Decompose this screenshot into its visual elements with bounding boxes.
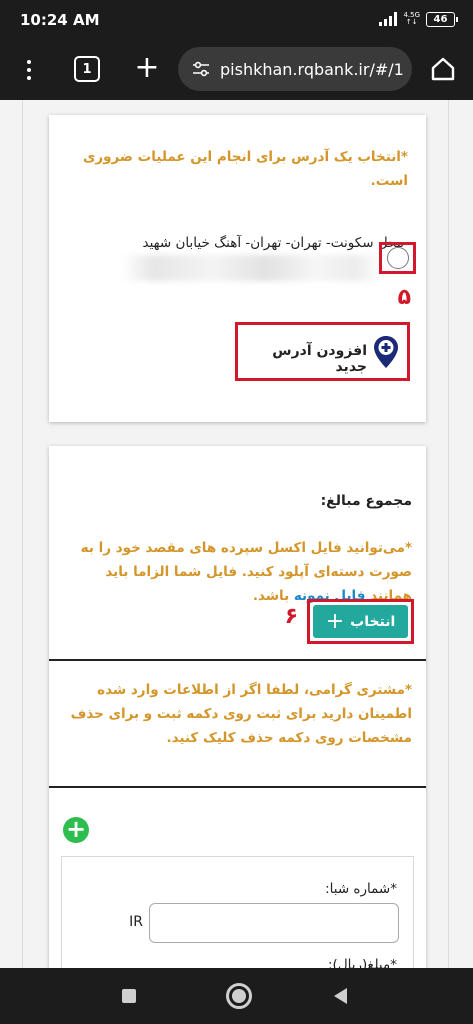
browser-toolbar: 1 + pishkhan.rqbank.ir/#/1 <box>0 38 473 100</box>
status-bar: 10:24 AM 4.5G ↑↓ 46 <box>0 0 473 38</box>
network-activity-arrows: ↑↓ <box>405 18 418 26</box>
network-type: 4.5G ↑↓ <box>403 12 420 26</box>
system-nav-bar <box>0 968 473 1024</box>
address-text: محل سکونت- تهران- تهران- آهنگ خیابان شهی… <box>142 235 404 251</box>
confirm-note: *مشتری گرامی، لطفا اگر از اطلاعات وارد ش… <box>70 682 412 746</box>
site-settings-icon[interactable] <box>192 60 210 78</box>
more-vert-icon[interactable] <box>14 55 44 85</box>
url-text: pishkhan.rqbank.ir/#/1 <box>220 59 404 79</box>
excel-upload-note: *می‌توانید فایل اکسل سپرده های مقصد خود … <box>67 536 412 608</box>
address-required-note: *انتخاب یک آدرس برای انجام این عملیات ضر… <box>83 149 408 189</box>
plus-icon: + <box>325 608 345 634</box>
tab-count: 1 <box>82 61 92 77</box>
deposit-form: *شماره شبا: IR *مبلغ(ریال): <box>61 856 414 968</box>
address-blurred <box>122 255 382 281</box>
address-radio[interactable] <box>386 247 409 269</box>
select-file-button[interactable]: انتخاب + <box>313 605 408 638</box>
divider <box>49 659 426 661</box>
amount-label: *مبلغ(ریال): <box>328 957 397 968</box>
select-file-highlight: انتخاب + <box>307 599 414 644</box>
sheba-prefix: IR <box>129 914 143 930</box>
address-radio-highlight <box>379 242 416 274</box>
amounts-card: مجموع مبالغ: *می‌توانید فایل اکسل سپرده … <box>49 446 426 968</box>
divider <box>49 786 426 788</box>
sheba-input[interactable] <box>149 903 399 943</box>
add-address-label: افزودن آدرس جدید <box>272 342 367 375</box>
select-file-label: انتخاب <box>350 613 396 630</box>
page-border-right <box>448 100 449 968</box>
status-icons: 4.5G ↑↓ 46 <box>379 11 458 27</box>
plus-icon[interactable]: + <box>130 51 164 85</box>
amounts-title: مجموع مبالغ: <box>320 493 412 509</box>
signal-icon <box>379 12 398 26</box>
status-time: 10:24 AM <box>20 11 100 29</box>
home-icon[interactable] <box>430 56 456 82</box>
excel-note-end: باشد. <box>252 588 290 604</box>
tabs-icon[interactable]: 1 <box>74 56 100 82</box>
add-row-button[interactable]: + <box>63 817 89 843</box>
page-border-left <box>22 100 23 968</box>
location-pin-add-icon <box>374 335 398 368</box>
add-address-button[interactable]: افزودن آدرس جدید <box>235 322 410 381</box>
nav-home-icon[interactable] <box>226 983 252 1009</box>
recent-apps-icon[interactable] <box>122 989 136 1003</box>
address-card: *انتخاب یک آدرس برای انجام این عملیات ضر… <box>49 115 426 422</box>
step-number-5: ۵ <box>397 285 411 310</box>
page-content[interactable]: *انتخاب یک آدرس برای انجام این عملیات ضر… <box>0 100 473 968</box>
battery-level: 46 <box>433 13 448 25</box>
step-number-6: ۶ <box>284 604 298 629</box>
battery-icon: 46 <box>426 11 458 27</box>
sheba-label: *شماره شبا: <box>325 881 397 897</box>
address-bar[interactable]: pishkhan.rqbank.ir/#/1 <box>178 47 412 91</box>
back-icon[interactable] <box>334 988 347 1004</box>
